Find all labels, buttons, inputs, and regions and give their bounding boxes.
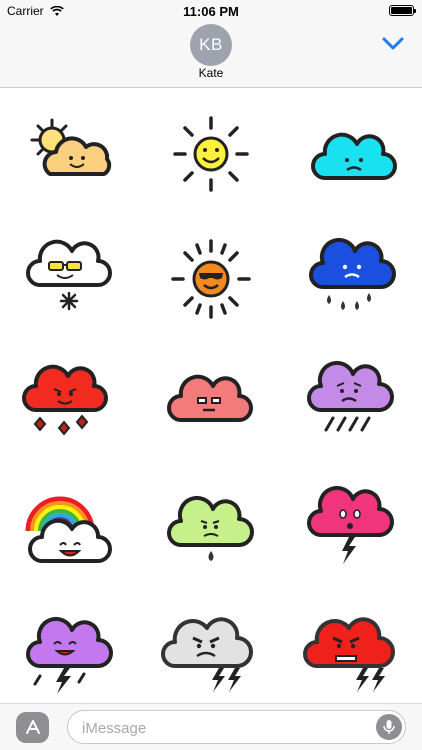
message-input[interactable] [82, 717, 362, 739]
message-input-bar [0, 703, 422, 750]
app-store-icon [25, 719, 40, 734]
crying-blue-rain-cloud-sticker[interactable] [303, 229, 403, 329]
sunglasses-snow-cloud-sticker[interactable] [20, 229, 120, 329]
message-field[interactable] [67, 710, 406, 744]
avatar-initials: KB [199, 35, 223, 54]
sun-behind-cloud-sticker[interactable] [20, 104, 120, 204]
app-store-button[interactable] [16, 712, 49, 743]
angry-gray-storm-cloud-sticker[interactable] [161, 604, 261, 704]
sticker-grid [0, 89, 422, 703]
sad-cyan-cloud-sticker[interactable] [303, 104, 403, 204]
status-time: 11:06 PM [183, 4, 239, 19]
cool-sun-sticker[interactable] [161, 229, 261, 329]
pink-lightning-cloud-sticker[interactable] [303, 479, 403, 579]
contact-name[interactable]: Kate [0, 66, 422, 80]
contact-avatar[interactable]: KB [190, 24, 232, 66]
status-bar: Carrier 11:06 PM [0, 0, 422, 22]
battery-icon [389, 5, 416, 16]
conversation-header: KB Kate [0, 22, 422, 88]
sad-purple-rain-cloud-sticker[interactable] [303, 354, 403, 454]
devil-red-hail-cloud-sticker[interactable] [20, 354, 120, 454]
microphone-icon [383, 720, 395, 734]
lime-drip-cloud-sticker[interactable] [161, 479, 261, 579]
grumpy-pink-cloud-sticker[interactable] [161, 354, 261, 454]
angry-red-storm-cloud-sticker[interactable] [303, 604, 403, 704]
microphone-button[interactable] [376, 714, 402, 740]
chevron-down-icon[interactable] [382, 36, 404, 52]
smiling-sun-sticker[interactable] [161, 104, 261, 204]
purple-lightning-cloud-sticker[interactable] [20, 604, 120, 704]
rainbow-cloud-sticker[interactable] [20, 479, 120, 579]
